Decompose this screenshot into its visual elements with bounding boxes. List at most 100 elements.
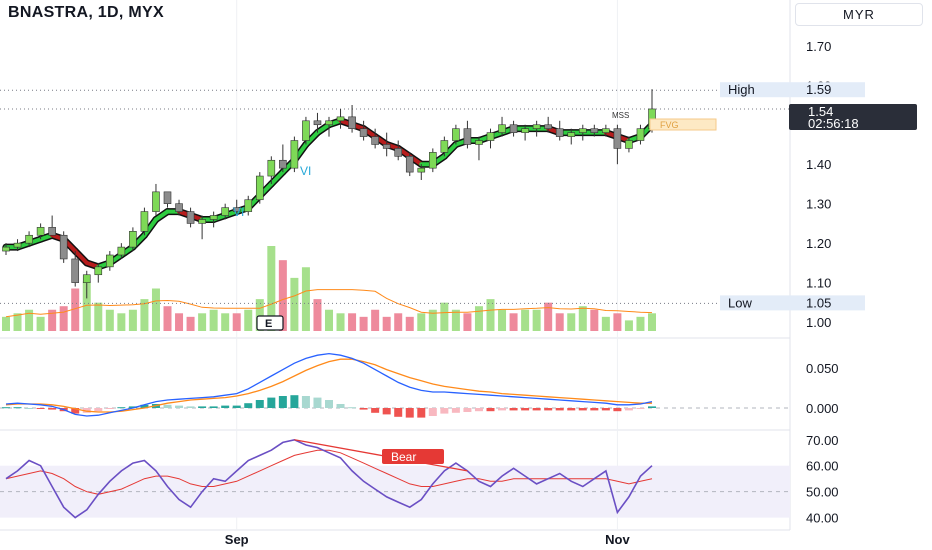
chart-canvas[interactable]: VIVIMSSFVGE1.701.601.501.401.301.201.101… (0, 0, 932, 550)
candle-body (325, 120, 333, 126)
macd-histogram-bar (278, 396, 287, 408)
macd-histogram-bar (36, 408, 45, 409)
fvg-label: FVG (660, 120, 679, 130)
macd-histogram-bar (48, 408, 57, 410)
macd-histogram-bar (567, 408, 576, 411)
rsi-axis-tick: 70.00 (806, 433, 839, 448)
volume-bar (105, 309, 114, 331)
macd-histogram-bar (555, 408, 564, 411)
volume-bar (313, 299, 322, 331)
candle-body (302, 120, 310, 141)
low-label: Low (728, 295, 752, 310)
candle-body (429, 152, 437, 169)
volume-bar (198, 313, 207, 331)
candle-body (371, 136, 379, 145)
macd-histogram-bar (590, 408, 599, 411)
macd-histogram-bar (509, 408, 518, 411)
macd-histogram-bar (325, 400, 333, 408)
macd-histogram-bar (255, 400, 264, 408)
macd-histogram-bar (417, 408, 426, 418)
candle-body (152, 191, 160, 212)
macd-histogram-bar (440, 408, 449, 414)
macd-histogram-bar (648, 406, 656, 408)
candle-body (509, 124, 518, 133)
candle-body (106, 254, 114, 268)
volume-bar (336, 313, 345, 331)
candle-body (348, 116, 356, 129)
candle-body (544, 124, 552, 129)
price-axis-tick: 1.20 (806, 236, 831, 251)
volume-bar (486, 299, 495, 331)
candle-body (48, 227, 56, 236)
macd-histogram-bar (163, 404, 172, 408)
volume-bar (474, 306, 483, 331)
candle-body (578, 128, 587, 133)
volume-bar (555, 313, 564, 331)
volume-bar (151, 288, 160, 331)
earnings-label: E (265, 318, 272, 330)
bear-label: Bear (391, 450, 416, 464)
volume-bar (567, 313, 576, 331)
macd-histogram-bar (428, 408, 437, 416)
candle-body (25, 234, 33, 244)
macd-histogram-bar (221, 405, 230, 408)
candle-body (567, 132, 576, 137)
macd-histogram-bar (578, 408, 587, 411)
macd-histogram-bar (232, 405, 241, 408)
candle-body (555, 128, 564, 137)
candle-body (498, 124, 506, 133)
volume-bar (290, 277, 299, 331)
candle-body (590, 128, 599, 133)
macd-histogram-bar (290, 395, 299, 408)
candle-body (521, 128, 529, 133)
volume-bar (509, 313, 518, 331)
candle-body (313, 120, 322, 126)
volume-bar (405, 316, 414, 331)
macd-histogram-bar (186, 406, 195, 408)
candle-body (186, 211, 195, 224)
candle-body (198, 219, 206, 224)
candle-body (613, 128, 622, 149)
macd-histogram-bar (175, 405, 184, 408)
macd-histogram-bar (198, 406, 207, 408)
volume-bar (175, 313, 184, 331)
volume-bar (463, 313, 472, 331)
macd-histogram-bar (301, 396, 310, 408)
volume-bar (636, 316, 645, 331)
candle-body (59, 234, 68, 260)
volume-bar (590, 309, 599, 331)
volume-bar (163, 306, 172, 331)
macd-histogram-bar (25, 408, 34, 409)
volume-bar (59, 306, 68, 331)
volume-bar (371, 309, 380, 331)
volume-bar (544, 302, 553, 331)
macd-histogram-bar (601, 408, 610, 411)
volume-bar (301, 267, 310, 331)
macd-histogram-bar (498, 408, 507, 411)
volume-bar (128, 309, 137, 331)
candle-body (175, 203, 183, 212)
volume-bar (36, 316, 45, 331)
macd-histogram-bar (624, 408, 633, 411)
candle-body (532, 124, 541, 129)
volume-bar (521, 309, 530, 331)
macd-histogram-bar (105, 408, 114, 409)
price-axis-tick: 1.40 (806, 157, 831, 172)
candle-body (267, 159, 276, 177)
volume-bar (440, 302, 449, 331)
macd-histogram-bar (544, 408, 553, 411)
candle-body (440, 140, 449, 153)
volume-bar (186, 316, 195, 331)
candle-body (36, 227, 45, 236)
candle-body (279, 159, 287, 169)
volume-bar (624, 320, 633, 331)
candle-body (602, 128, 610, 133)
macd-histogram-bar (382, 408, 391, 415)
volume-bar (648, 313, 656, 331)
macd-histogram-bar (474, 408, 483, 412)
volume-bar (325, 309, 333, 331)
candle-body (452, 128, 460, 141)
candle-body (221, 207, 229, 216)
high-value: 1.59 (806, 82, 831, 97)
candle-body (117, 246, 126, 256)
